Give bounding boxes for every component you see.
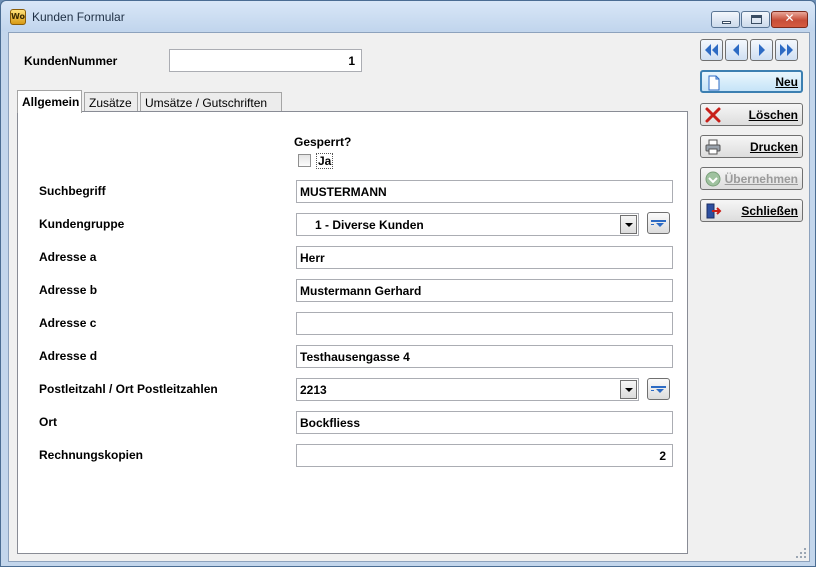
postleitzahl-label: Postleitzahl / Ort Postleitzahlen: [39, 382, 218, 396]
adresse-d-field[interactable]: Testhausengasse 4: [296, 345, 673, 368]
tab-zusaetze[interactable]: Zusätze: [84, 92, 138, 112]
resize-grip-icon[interactable]: [796, 548, 806, 558]
exit-door-icon: [706, 203, 722, 219]
gesperrt-checkbox-label[interactable]: Ja: [316, 153, 334, 169]
tab-panel-allgemein: Gesperrt? Ja Suchbegriff MUSTERMANN Kund…: [17, 111, 688, 554]
close-form-button-label: Schließen: [741, 204, 798, 218]
minimize-button[interactable]: [711, 11, 740, 28]
close-window-button[interactable]: ✕: [771, 11, 808, 28]
filter-list-icon: [651, 386, 666, 393]
postleitzahl-value: 2213: [300, 383, 327, 397]
kunden-formular-window: Wo Kunden Formular ✕ KundenNummer 1 Allg…: [0, 0, 816, 567]
kundennummer-label: KundenNummer: [24, 54, 118, 68]
adresse-a-field[interactable]: Herr: [296, 246, 673, 269]
new-document-icon: [708, 75, 720, 91]
tab-umsaetze-gutschriften[interactable]: Umsätze / Gutschriften: [140, 92, 282, 112]
rechnungskopien-field[interactable]: 2: [296, 444, 673, 467]
ort-field[interactable]: Bockfliess: [296, 411, 673, 434]
ort-label: Ort: [39, 415, 57, 429]
new-button-label: Neu: [775, 75, 798, 89]
new-button[interactable]: Neu: [700, 70, 803, 93]
form-client-area: KundenNummer 1 Allgemein Zusätze Umsätze…: [8, 32, 810, 562]
postleitzahl-lookup-button[interactable]: [647, 378, 670, 400]
kundengruppe-select[interactable]: 1 - Diverse Kunden: [296, 213, 639, 236]
kundennummer-field[interactable]: 1: [169, 49, 362, 72]
rechnungskopien-label: Rechnungskopien: [39, 448, 144, 462]
gesperrt-checkbox[interactable]: [298, 154, 311, 167]
adresse-c-label: Adresse c: [39, 316, 97, 330]
kundengruppe-value: 1 - Diverse Kunden: [315, 218, 424, 232]
adresse-b-label: Adresse b: [39, 283, 98, 297]
close-form-button[interactable]: Schließen: [700, 199, 803, 222]
minimize-icon: [722, 21, 731, 24]
first-record-icon: [705, 44, 718, 56]
print-button-label: Drucken: [749, 140, 798, 154]
maximize-button[interactable]: [741, 11, 770, 28]
next-record-icon: [759, 44, 765, 56]
apply-button[interactable]: Übernehmen: [700, 167, 803, 190]
adresse-c-field[interactable]: [296, 312, 673, 335]
adresse-a-label: Adresse a: [39, 250, 97, 264]
delete-x-icon: [705, 107, 721, 123]
chevron-down-icon[interactable]: [620, 215, 637, 234]
previous-record-icon: [733, 44, 739, 56]
first-record-button[interactable]: [700, 39, 723, 61]
suchbegriff-field[interactable]: MUSTERMANN: [296, 180, 673, 203]
delete-button[interactable]: Löschen: [700, 103, 803, 126]
app-icon: Wo: [10, 9, 26, 25]
next-record-button[interactable]: [750, 39, 773, 61]
window-title: Kunden Formular: [32, 10, 125, 24]
tab-allgemein[interactable]: Allgemein: [17, 90, 82, 113]
filter-list-icon: [651, 220, 666, 227]
last-record-icon: [780, 44, 793, 56]
apply-check-icon: [705, 171, 721, 187]
print-button[interactable]: Drucken: [700, 135, 803, 158]
adresse-d-label: Adresse d: [39, 349, 98, 363]
apply-button-label: Übernehmen: [724, 172, 798, 186]
delete-button-label: Löschen: [748, 108, 798, 122]
last-record-button[interactable]: [775, 39, 798, 61]
chevron-down-icon[interactable]: [620, 380, 637, 399]
printer-icon: [705, 139, 721, 155]
title-bar[interactable]: Wo Kunden Formular ✕: [1, 1, 815, 31]
suchbegriff-label: Suchbegriff: [39, 184, 106, 198]
close-icon: ✕: [784, 11, 795, 25]
kundengruppe-label: Kundengruppe: [39, 217, 125, 231]
adresse-b-field[interactable]: Mustermann Gerhard: [296, 279, 673, 302]
previous-record-button[interactable]: [725, 39, 748, 61]
gesperrt-label: Gesperrt?: [294, 135, 352, 149]
kundengruppe-lookup-button[interactable]: [647, 212, 670, 234]
postleitzahl-select[interactable]: 2213: [296, 378, 639, 401]
maximize-icon: [751, 15, 762, 24]
